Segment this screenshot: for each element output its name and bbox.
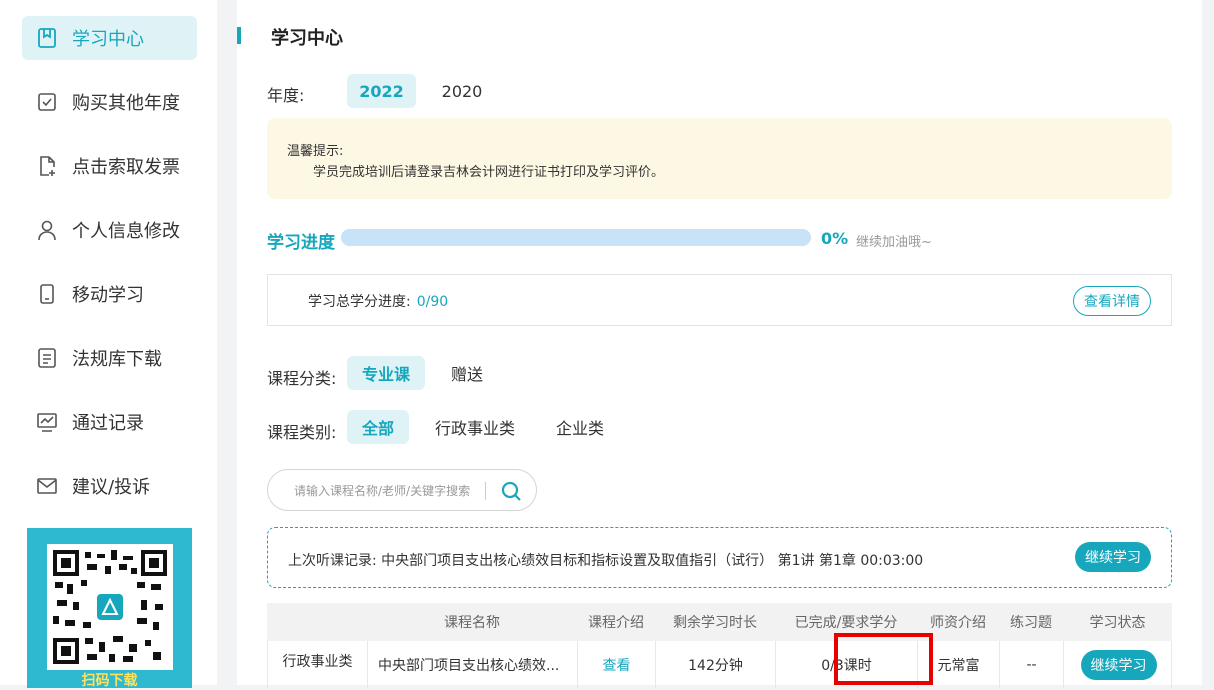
column-header: 练习题: [1010, 615, 1052, 631]
tip-text: 学员完成培训后请登录吉林会计网进行证书打印及学习评价。: [313, 165, 665, 180]
tip-box: 温馨提示: 学员完成培训后请登录吉林会计网进行证书打印及学习评价。: [267, 118, 1172, 199]
progress-percent: 0%: [821, 229, 849, 248]
checkbox-icon: [36, 91, 58, 113]
year-chip-2020[interactable]: 2020: [431, 74, 493, 108]
sidebar-item-invoice[interactable]: 点击索取发票: [22, 144, 197, 188]
credit-label: 学习总学分进度:: [308, 294, 411, 310]
column-header: 课程介绍: [588, 615, 644, 631]
progress-label: 学习进度: [267, 233, 335, 253]
sidebar-item-label: 购买其他年度: [72, 93, 180, 114]
type-chip-all[interactable]: 全部: [347, 410, 409, 444]
column-header: 课程名称: [444, 615, 500, 631]
year-label: 年度:: [267, 86, 305, 105]
qr-banner: 扫码下载: [27, 528, 192, 689]
search-divider: [485, 482, 486, 500]
chart-icon: [36, 411, 58, 433]
sidebar-item-label: 个人信息修改: [72, 221, 180, 242]
last-record-box: 上次听课记录: 中央部门项目支出核心绩效目标和指标设置及取值指引（试行） 第1讲…: [267, 527, 1172, 588]
sidebar-item-label: 通过记录: [72, 413, 144, 434]
search-icon[interactable]: [500, 480, 522, 502]
category-label: 课程分类:: [267, 369, 337, 388]
credit-value: 0/90: [416, 294, 449, 310]
category-chip-professional[interactable]: 专业课: [347, 356, 425, 390]
sidebar-item-buy-years[interactable]: 购买其他年度: [22, 80, 197, 124]
credit-row: 学习总学分进度: 0/90: [308, 291, 448, 311]
continue-study-button[interactable]: 继续学习: [1075, 542, 1151, 572]
cell-remaining-time: 142分钟: [656, 641, 776, 689]
sidebar: 学习中心 购买其他年度 点击索取发票 个人信息修改 移动学习 法规库下载 通过记…: [0, 0, 217, 689]
sidebar-item-records[interactable]: 通过记录: [22, 400, 197, 444]
cell-view-intro-link[interactable]: 查看: [578, 641, 656, 689]
highlight-box: [834, 633, 933, 685]
category-chip-gift[interactable]: 赠送: [437, 356, 497, 390]
progress-encouragement: 继续加油哦~: [856, 235, 932, 250]
sidebar-item-study-center[interactable]: 学习中心: [22, 16, 197, 60]
sidebar-item-label: 移动学习: [72, 285, 144, 306]
sidebar-item-label: 学习中心: [72, 29, 144, 50]
column-header: 剩余学习时长: [673, 615, 757, 631]
qr-caption: 扫码下载: [81, 673, 138, 689]
search-box: [267, 469, 537, 511]
type-chip-admin[interactable]: 行政事业类: [425, 410, 525, 444]
progress-bar: [341, 229, 811, 246]
row-continue-study-button[interactable]: 继续学习: [1080, 650, 1157, 680]
view-details-button[interactable]: 查看详情: [1073, 286, 1151, 316]
cell-exercise: --: [1000, 641, 1064, 689]
file-plus-icon: [36, 155, 58, 177]
sidebar-item-feedback[interactable]: 建议/投诉: [22, 464, 197, 508]
type-chip-enterprise[interactable]: 企业类: [543, 410, 617, 444]
qr-code: [47, 544, 173, 670]
sidebar-item-label: 法规库下载: [72, 349, 162, 370]
credit-box: 学习总学分进度: 0/90 查看详情: [267, 274, 1172, 326]
type-label: 课程类别:: [267, 423, 337, 442]
sidebar-item-label: 点击索取发票: [72, 157, 180, 178]
year-chip-2022[interactable]: 2022: [347, 74, 416, 108]
cell-status: 继续学习: [1064, 641, 1173, 689]
cell-category: 行政事业类: [268, 641, 368, 689]
mobile-icon: [36, 283, 58, 305]
sidebar-item-regulations[interactable]: 法规库下载: [22, 336, 197, 380]
search-input[interactable]: [294, 481, 484, 501]
page-title: 学习中心: [271, 28, 343, 49]
table-row: 行政事业类 中央部门项目支出核心绩效... 查看 142分钟 0/3课时 元常富…: [267, 641, 1172, 689]
last-record-text: 上次听课记录: 中央部门项目支出核心绩效目标和指标设置及取值指引（试行） 第1讲…: [288, 553, 924, 569]
title-accent: [237, 27, 241, 44]
bookmark-icon: [36, 27, 58, 49]
main-panel: 学习中心 年度: 2022 2020 温馨提示: 学员完成培训后请登录吉林会计网…: [237, 0, 1202, 689]
tip-title: 温馨提示:: [287, 144, 344, 159]
mail-icon: [36, 475, 58, 497]
document-icon: [36, 347, 58, 369]
cell-course-name: 中央部门项目支出核心绩效...: [368, 641, 578, 689]
table-header: 课程名称 课程介绍 剩余学习时长 已完成/要求学分 师资介绍 练习题 学习状态: [267, 603, 1172, 641]
sidebar-item-mobile[interactable]: 移动学习: [22, 272, 197, 316]
sidebar-item-label: 建议/投诉: [72, 477, 151, 498]
column-header: 学习状态: [1089, 615, 1146, 631]
user-icon: [36, 219, 58, 241]
sidebar-item-profile[interactable]: 个人信息修改: [22, 208, 197, 252]
